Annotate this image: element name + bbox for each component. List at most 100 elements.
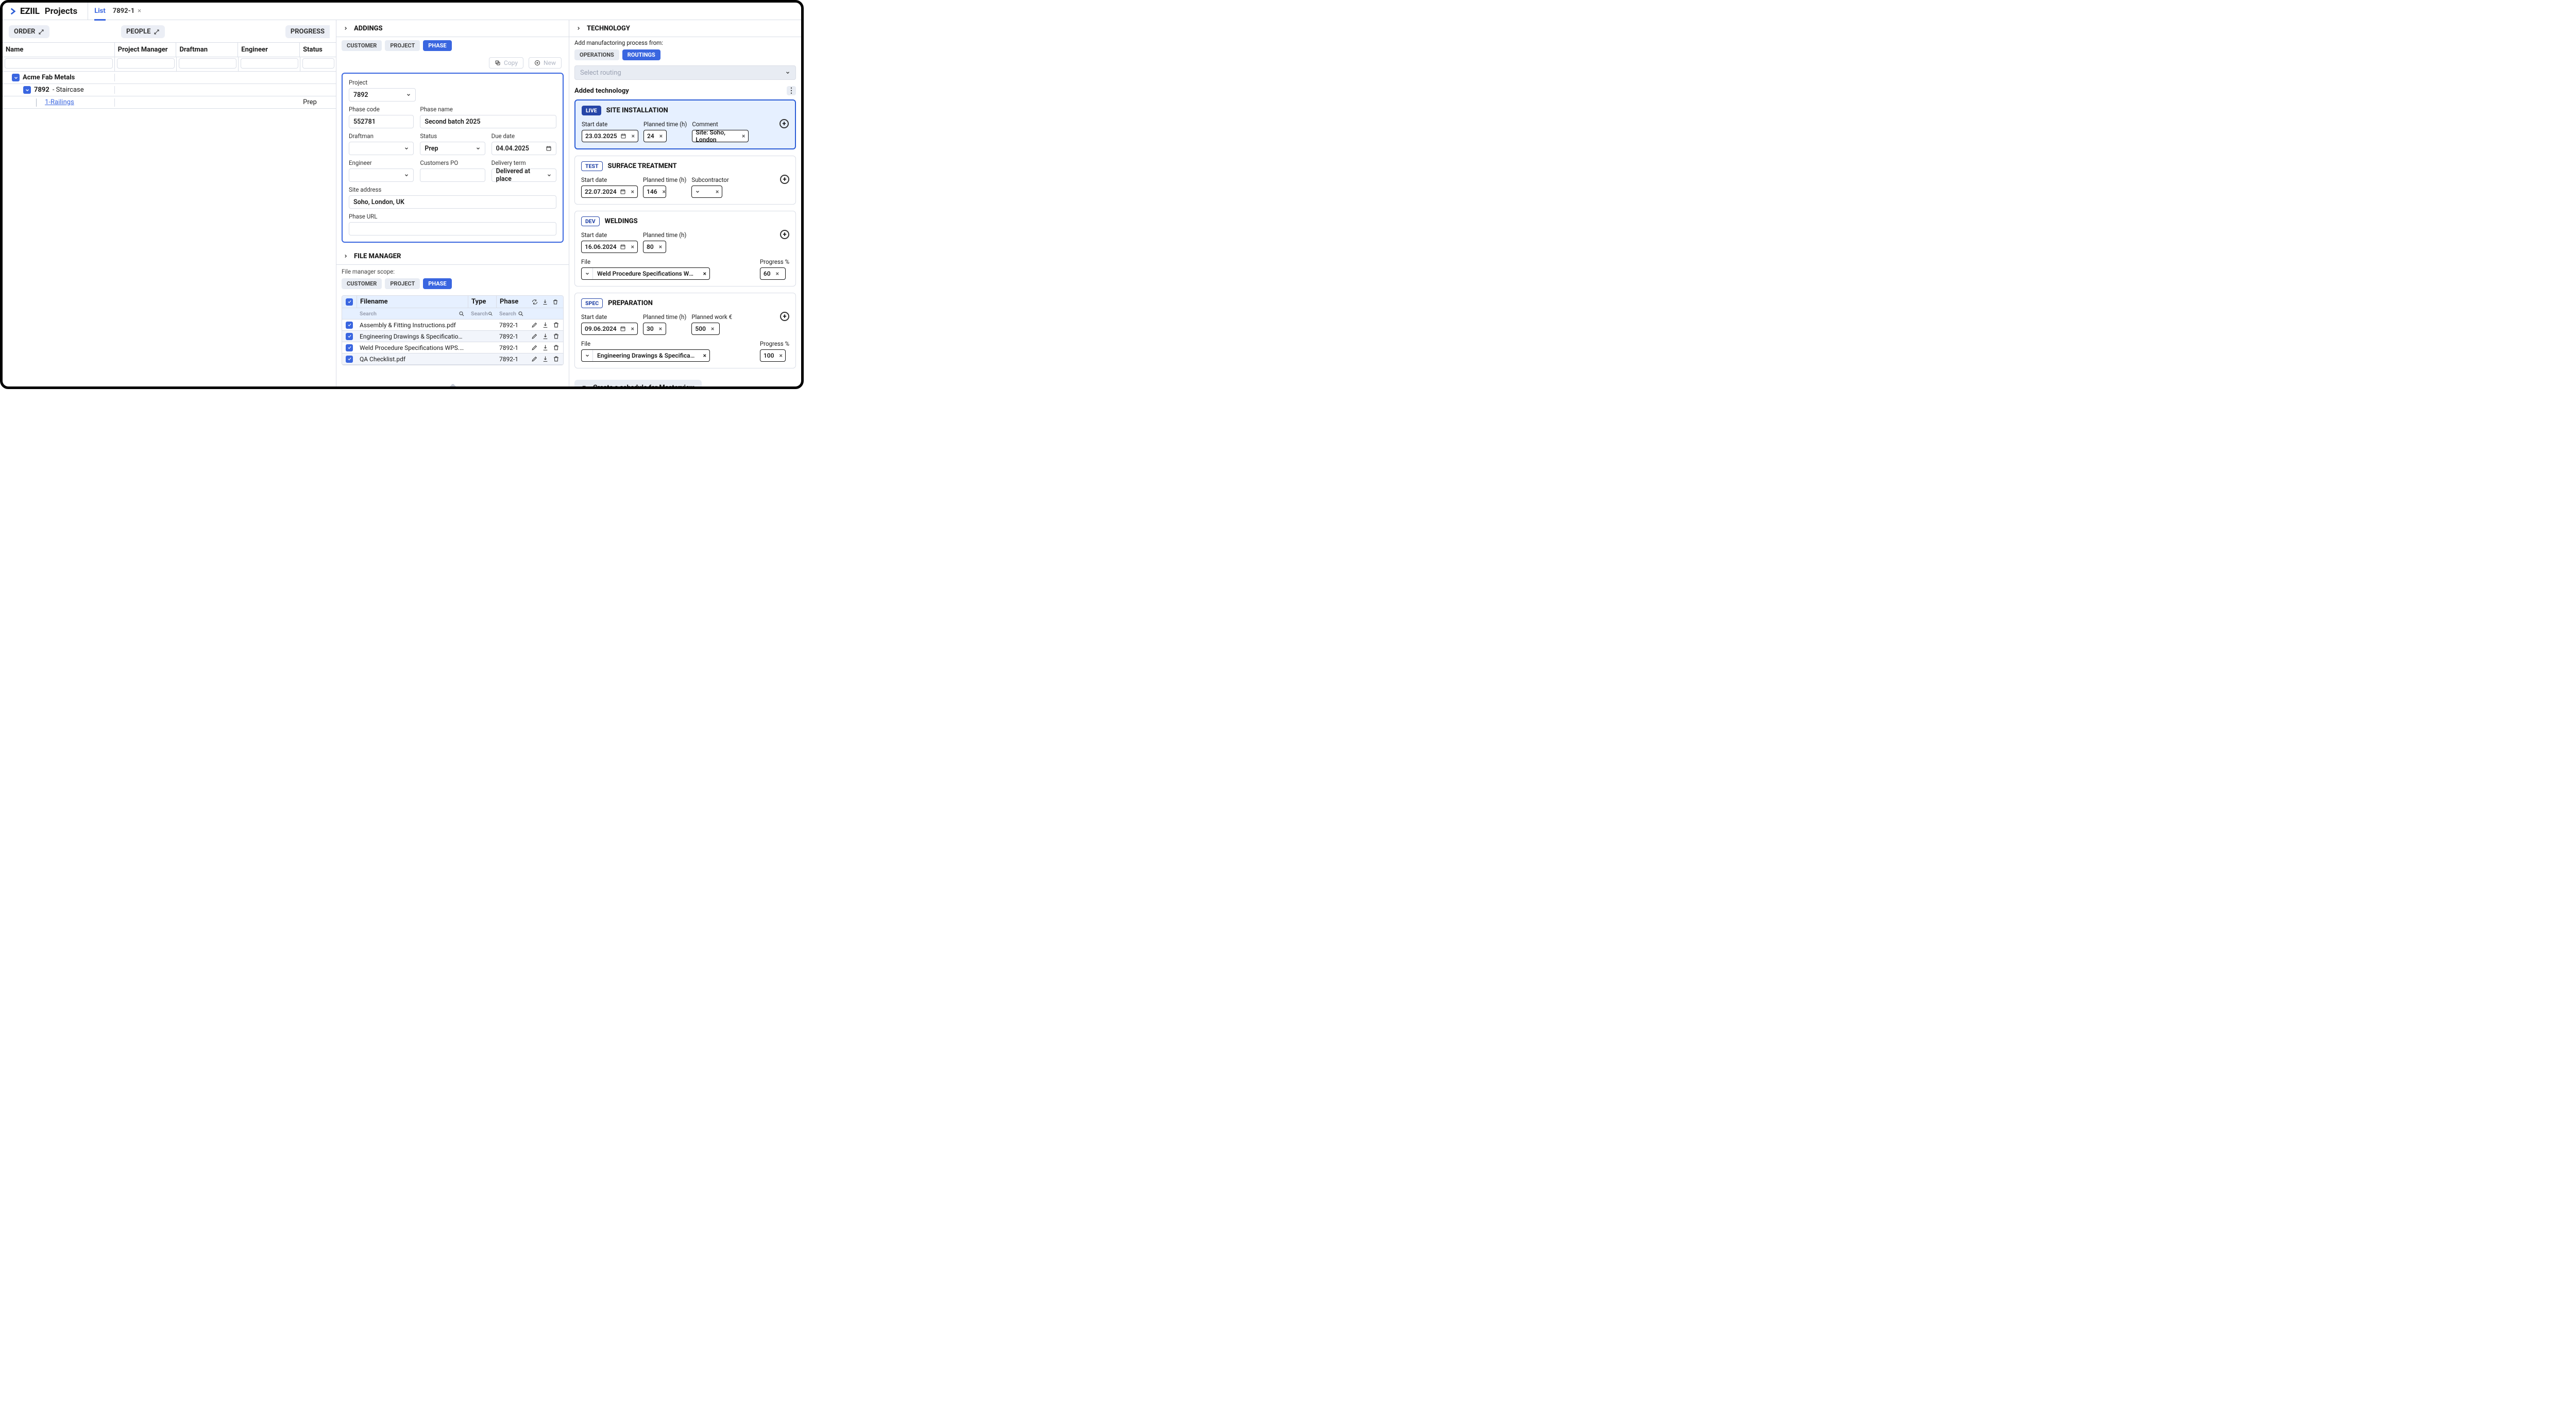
progress-pill[interactable]: PROGRESS <box>285 25 330 38</box>
addings-tab-project[interactable]: PROJECT <box>385 40 420 51</box>
table-row[interactable]: Assembly & Fitting Instructions.pdf 7892… <box>342 319 563 331</box>
status-select[interactable]: Prep <box>420 142 485 155</box>
add-icon[interactable]: + <box>779 119 789 128</box>
filter-engineer[interactable] <box>241 58 298 69</box>
progress-input[interactable]: 60× <box>760 267 786 280</box>
phase-link[interactable]: 1-Railings <box>45 98 74 106</box>
draftman-select[interactable] <box>349 142 414 155</box>
col-phase[interactable]: Phase <box>496 296 527 308</box>
edit-icon[interactable] <box>531 344 538 351</box>
row-check[interactable] <box>346 356 353 363</box>
filter-pm[interactable] <box>117 58 175 69</box>
comment-input[interactable]: Site: Soho, London× <box>692 130 749 142</box>
chevron-down-icon[interactable] <box>23 86 31 94</box>
add-icon[interactable]: + <box>780 230 789 239</box>
phasename-input[interactable]: Second batch 2025 <box>420 115 556 128</box>
trash-icon[interactable] <box>553 333 560 340</box>
subcontractor-select[interactable]: × <box>691 186 722 198</box>
addings-header[interactable]: ADDINGS <box>336 20 569 37</box>
toggle-operations[interactable]: OPERATIONS <box>574 49 619 60</box>
copy-button[interactable]: Copy <box>489 57 523 69</box>
engineer-select[interactable] <box>349 169 414 182</box>
edit-icon[interactable] <box>531 322 538 328</box>
col-filename[interactable]: Filename <box>357 296 468 308</box>
select-all-check[interactable] <box>346 298 353 306</box>
trash-icon[interactable] <box>553 356 560 362</box>
project-select[interactable]: 7892 <box>349 88 416 102</box>
phasecode-input[interactable]: 552781 <box>349 115 414 128</box>
table-row[interactable]: QA Checklist.pdf 7892-1 <box>342 354 563 365</box>
trash-icon[interactable] <box>553 344 560 351</box>
tree-root[interactable]: Acme Fab Metals <box>3 72 336 84</box>
toggle-routings[interactable]: ROUTINGS <box>622 49 660 60</box>
phase-search[interactable]: Search <box>496 308 527 319</box>
tech-card[interactable]: LIVE SITE INSTALLATION + Start date 23.0… <box>574 99 796 149</box>
col-type[interactable]: Type <box>468 296 496 308</box>
addings-tab-customer[interactable]: CUSTOMER <box>342 40 382 51</box>
delivery-select[interactable]: Delivered at place <box>492 169 556 182</box>
custpo-input[interactable] <box>420 169 485 182</box>
refresh-icon[interactable] <box>532 299 538 305</box>
planned-time-input[interactable]: 24× <box>643 130 667 142</box>
addings-tab-phase[interactable]: PHASE <box>423 40 451 51</box>
start-date-input[interactable]: 09.06.2024 × <box>581 323 638 335</box>
row-check[interactable] <box>346 333 353 340</box>
table-row[interactable]: Weld Procedure Specifications WPS.pdf 78… <box>342 342 563 354</box>
download-icon[interactable] <box>542 299 548 305</box>
file-select[interactable]: Weld Procedure Specifications WPS.pdf× <box>581 267 710 280</box>
trash-icon[interactable] <box>552 299 558 305</box>
fm-tab-customer[interactable]: CUSTOMER <box>342 278 382 289</box>
tree-phase[interactable]: │ 1-Railings Prep <box>3 96 336 109</box>
file-select[interactable]: Engineering Drawings & Specifications.pd… <box>581 349 710 362</box>
type-search[interactable]: Search <box>468 308 496 319</box>
filemanager-header[interactable]: FILE MANAGER <box>336 248 569 265</box>
edit-icon[interactable] <box>531 356 538 362</box>
fm-tab-project[interactable]: PROJECT <box>385 278 420 289</box>
edit-icon[interactable] <box>531 333 538 340</box>
row-check[interactable] <box>346 344 353 351</box>
chevron-down-icon[interactable] <box>12 74 20 81</box>
download-icon[interactable] <box>542 356 549 362</box>
filter-status[interactable] <box>302 58 334 69</box>
start-date-input[interactable]: 16.06.2024 × <box>581 241 638 253</box>
tech-card[interactable]: TEST SURFACE TREATMENT + Start date 22.0… <box>574 156 796 205</box>
routing-select[interactable]: Select routing <box>574 65 796 80</box>
add-icon[interactable]: + <box>780 175 789 184</box>
filter-name[interactable] <box>5 58 113 69</box>
planned-work-input[interactable]: 500× <box>691 323 720 335</box>
download-icon[interactable] <box>542 322 549 328</box>
table-row[interactable]: Engineering Drawings & Specifications.pd… <box>342 331 563 342</box>
filter-draftman[interactable] <box>179 58 236 69</box>
people-pill[interactable]: PEOPLE <box>121 25 165 38</box>
more-icon[interactable]: ⋮ <box>787 86 796 95</box>
duedate-input[interactable]: 04.04.2025 <box>492 142 556 155</box>
tree-project[interactable]: 7892 - Staircase <box>3 84 336 96</box>
logo[interactable]: EZIIL <box>10 6 40 16</box>
tab-phase-7892-1[interactable]: 7892-1× <box>113 3 141 20</box>
download-icon[interactable] <box>542 333 549 340</box>
download-icon[interactable] <box>542 344 549 351</box>
fm-tab-phase[interactable]: PHASE <box>423 278 451 289</box>
trash-icon[interactable] <box>553 322 560 328</box>
new-button[interactable]: New <box>529 57 562 69</box>
planned-time-input[interactable]: 146× <box>643 186 666 198</box>
planned-time-input[interactable]: 80× <box>643 241 666 253</box>
start-date-input[interactable]: 22.07.2024 × <box>581 186 638 198</box>
tab-list[interactable]: List <box>94 3 106 20</box>
filename-search[interactable]: Search <box>357 308 468 319</box>
row-check[interactable] <box>346 322 353 329</box>
siteaddr-input[interactable]: Soho, London, UK <box>349 195 556 209</box>
tech-card[interactable]: DEV WELDINGS + Start date 16.06.2024 × P… <box>574 211 796 287</box>
start-date-input[interactable]: 23.03.2025 × <box>582 130 638 142</box>
technology-header[interactable]: TECHNOLOGY <box>569 20 801 37</box>
close-icon[interactable]: × <box>138 7 141 15</box>
planned-time-input[interactable]: 30× <box>643 323 666 335</box>
progress-input[interactable]: 100× <box>760 349 786 362</box>
phaseurl-input[interactable] <box>349 222 556 236</box>
order-pill[interactable]: ORDER <box>9 25 49 38</box>
tech-card[interactable]: SPEC PREPARATION + Start date 09.06.2024… <box>574 293 796 368</box>
add-icon[interactable]: + <box>780 312 789 321</box>
create-schedule-button[interactable]: Create a schedule for Masterview <box>574 380 702 386</box>
drop-zone[interactable]: Drag files here <box>336 365 569 386</box>
project-label: Project <box>349 79 556 86</box>
